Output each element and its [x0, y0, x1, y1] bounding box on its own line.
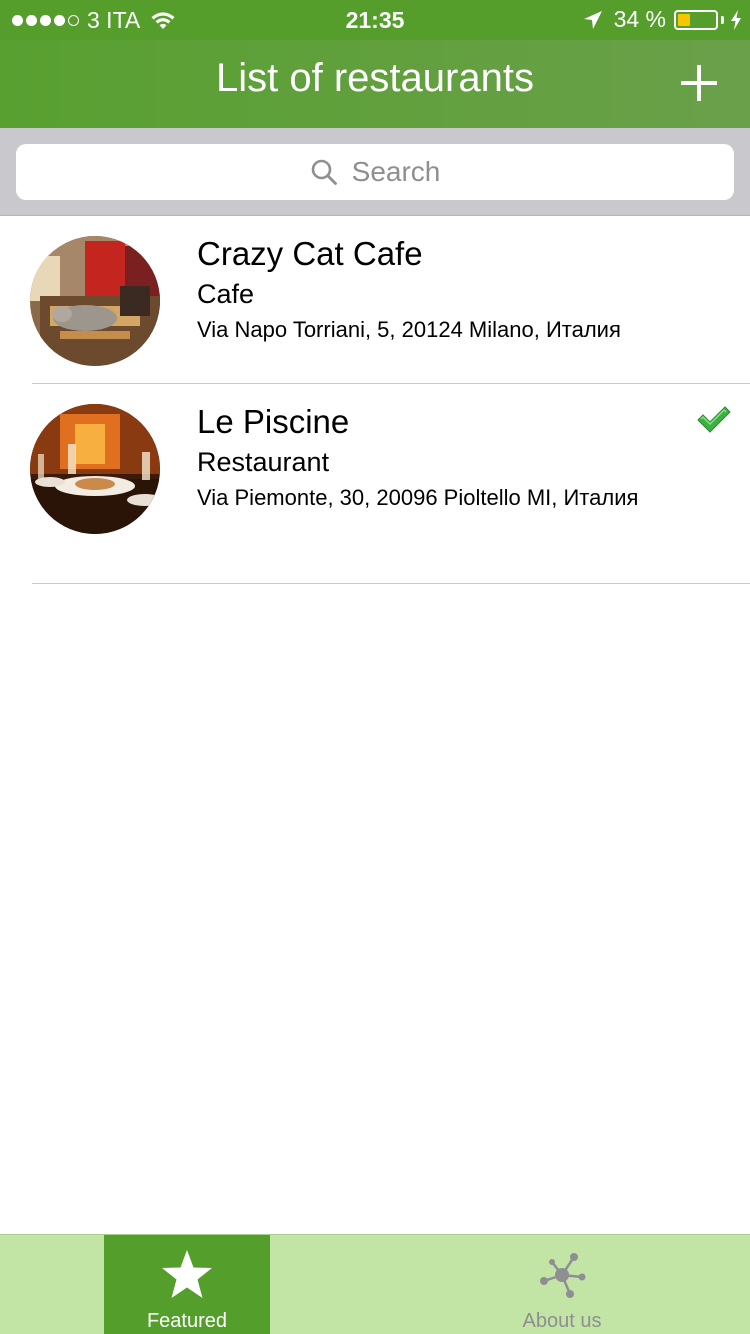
star-icon — [162, 1250, 212, 1298]
search-placeholder: Search — [351, 156, 441, 187]
battery-icon — [674, 9, 718, 30]
battery-percent: 34 % — [613, 6, 666, 32]
divider — [32, 583, 750, 584]
search-icon — [311, 159, 337, 185]
battery-level — [678, 13, 691, 26]
network-icon — [540, 1253, 586, 1298]
tab-bar: Featured About us — [0, 1234, 750, 1334]
restaurant-type: Restaurant — [197, 447, 330, 477]
restaurant-photo — [30, 236, 160, 366]
status-right: 34 % — [582, 6, 742, 33]
restaurant-list: Crazy Cat Cafe Cafe Via Napo Torriani, 5… — [0, 216, 750, 584]
list-item[interactable]: Crazy Cat Cafe Cafe Via Napo Torriani, 5… — [0, 216, 750, 384]
tab-label: About us — [522, 1310, 602, 1332]
restaurant-name: Crazy Cat Cafe — [197, 235, 423, 272]
checkmark-icon — [697, 406, 731, 433]
tab-featured[interactable]: Featured — [104, 1235, 270, 1334]
restaurant-info: Crazy Cat Cafe Cafe Via Napo Torriani, 5… — [197, 234, 690, 345]
search-bar: Search — [0, 128, 750, 216]
location-arrow-icon — [583, 10, 602, 29]
navigation-bar: List of restaurants — [0, 40, 750, 128]
battery-cap — [721, 15, 724, 24]
restaurant-address: Via Napo Torriani, 5, 20124 Milano, Итал… — [197, 317, 621, 342]
add-restaurant-button[interactable] — [678, 62, 720, 104]
restaurant-address: Via Piemonte, 30, 20096 Pioltello MI, Ит… — [197, 485, 639, 510]
tab-about-us[interactable]: About us — [478, 1235, 646, 1334]
page-title: List of restaurants — [216, 56, 534, 100]
restaurant-type: Cafe — [197, 279, 255, 309]
charging-bolt-icon — [731, 9, 741, 30]
restaurant-name: Le Piscine — [197, 403, 350, 440]
restaurant-photo — [30, 404, 160, 534]
restaurant-info: Le Piscine Restaurant Via Piemonte, 30, … — [197, 402, 690, 513]
tab-label: Featured — [146, 1310, 228, 1332]
search-input[interactable]: Search — [16, 144, 734, 200]
status-bar: 3 ITA 21:35 34 % — [0, 0, 750, 40]
list-item[interactable]: Le Piscine Restaurant Via Piemonte, 30, … — [0, 384, 750, 584]
